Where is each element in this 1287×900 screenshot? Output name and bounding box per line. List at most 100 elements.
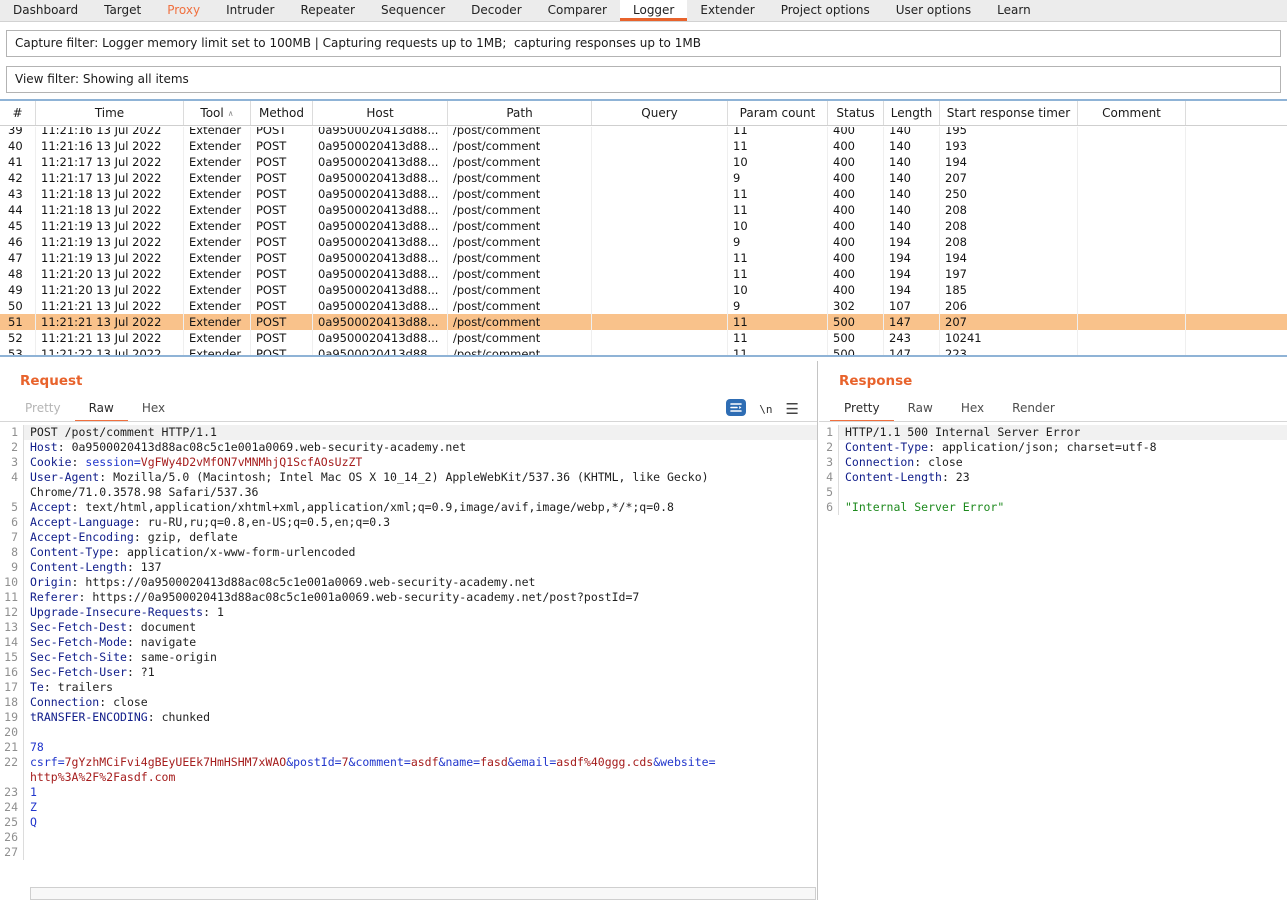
editor-line: 8Content-Type: application/x-www-form-ur… [0, 545, 817, 560]
log-cell: Extender [184, 266, 251, 282]
response-editor[interactable]: 1HTTP/1.1 500 Internal Server Error2Cont… [819, 421, 1287, 900]
log-row-45[interactable]: 4511:21:19 13 Jul 2022ExtenderPOST0a9500… [0, 218, 1287, 234]
log-row-49[interactable]: 4911:21:20 13 Jul 2022ExtenderPOST0a9500… [0, 282, 1287, 298]
line-content: csrf=7gYzhMCiFvi4gBEyUEEk7HmHSHM7xWAO&po… [24, 755, 817, 770]
menu-tab-intruder[interactable]: Intruder [213, 0, 287, 21]
menu-tab-proxy[interactable]: Proxy [154, 0, 213, 21]
line-number: 12 [0, 605, 24, 620]
menu-tab-user-options[interactable]: User options [883, 0, 984, 21]
log-cell: 0a9500020413d88... [313, 282, 448, 298]
column-header-blank[interactable]: # [0, 101, 36, 125]
log-cell: 0a9500020413d88... [313, 170, 448, 186]
editor-menu-icon[interactable]: ☰ [786, 402, 799, 416]
log-cell: 500 [828, 314, 884, 330]
line-number: 1 [819, 425, 839, 440]
menu-tab-comparer[interactable]: Comparer [535, 0, 620, 21]
syntax-segment: : [134, 515, 148, 529]
response-tab-hex[interactable]: Hex [947, 397, 998, 422]
editor-line: 22csrf=7gYzhMCiFvi4gBEyUEEk7HmHSHM7xWAO&… [0, 755, 817, 770]
column-header-length[interactable]: Length [884, 101, 940, 125]
view-filter-bar[interactable]: View filter: Showing all items [6, 66, 1281, 93]
editor-line: 231 [0, 785, 817, 800]
response-tab-raw[interactable]: Raw [894, 397, 947, 422]
response-panel: Response PrettyRawHexRender 1HTTP/1.1 50… [819, 361, 1287, 900]
syntax-segment: &email= [508, 755, 556, 769]
response-title: Response [839, 373, 912, 389]
log-row-50[interactable]: 5011:21:21 13 Jul 2022ExtenderPOST0a9500… [0, 298, 1287, 314]
request-editor-hscrollbar[interactable] [30, 887, 816, 900]
column-header-time[interactable]: Time [36, 101, 184, 125]
log-row-44[interactable]: 4411:21:18 13 Jul 2022ExtenderPOST0a9500… [0, 202, 1287, 218]
column-header-method[interactable]: Method [251, 101, 313, 125]
menu-tab-sequencer[interactable]: Sequencer [368, 0, 458, 21]
log-cell [1186, 202, 1287, 218]
log-cell: 194 [884, 282, 940, 298]
syntax-segment: navigate [141, 635, 196, 649]
syntax-segment: Referer [30, 590, 78, 604]
syntax-segment: User-Agent [30, 470, 99, 484]
request-tab-hex[interactable]: Hex [128, 397, 179, 422]
request-editor[interactable]: 1POST /post/comment HTTP/1.12Host: 0a950… [0, 421, 817, 900]
log-cell: 400 [828, 186, 884, 202]
syntax-segment: : [113, 545, 127, 559]
column-header-start-response-timer[interactable]: Start response timer [940, 101, 1078, 125]
log-cell: /post/comment [448, 282, 592, 298]
column-header-param-count[interactable]: Param count [728, 101, 828, 125]
show-newlines-icon[interactable]: \n [759, 403, 772, 416]
log-cell: 107 [884, 298, 940, 314]
column-header-path[interactable]: Path [448, 101, 592, 125]
log-row-53[interactable]: 5311:21:22 13 Jul 2022ExtenderPOST0a9500… [0, 346, 1287, 355]
log-cell: 500 [828, 346, 884, 355]
menu-tab-learn[interactable]: Learn [984, 0, 1044, 21]
response-tab-pretty[interactable]: Pretty [830, 397, 894, 422]
line-number: 2 [0, 440, 24, 455]
log-cell: 11 [728, 346, 828, 355]
log-row-40[interactable]: 4011:21:16 13 Jul 2022ExtenderPOST0a9500… [0, 138, 1287, 154]
menu-tab-decoder[interactable]: Decoder [458, 0, 535, 21]
column-header-comment[interactable]: Comment [1078, 101, 1186, 125]
log-cell: POST [251, 250, 313, 266]
log-row-42[interactable]: 4211:21:17 13 Jul 2022ExtenderPOST0a9500… [0, 170, 1287, 186]
line-number: 7 [0, 530, 24, 545]
column-header-status[interactable]: Status [828, 101, 884, 125]
column-header-tool[interactable]: Tool∧ [184, 101, 251, 125]
log-cell: 46 [0, 234, 36, 250]
request-tab-pretty[interactable]: Pretty [11, 397, 75, 422]
log-cell [592, 138, 728, 154]
column-header-query[interactable]: Query [592, 101, 728, 125]
log-cell [1078, 218, 1186, 234]
log-row-52[interactable]: 5211:21:21 13 Jul 2022ExtenderPOST0a9500… [0, 330, 1287, 346]
log-row-48[interactable]: 4811:21:20 13 Jul 2022ExtenderPOST0a9500… [0, 266, 1287, 282]
menu-tab-logger[interactable]: Logger [620, 0, 687, 21]
syntax-segment: Connection [845, 455, 914, 469]
capture-filter-bar[interactable]: Capture filter: Logger memory limit set … [6, 30, 1281, 57]
line-content [24, 725, 817, 740]
menu-tab-dashboard[interactable]: Dashboard [0, 0, 91, 21]
menu-tab-project-options[interactable]: Project options [768, 0, 883, 21]
editor-line: 27 [0, 845, 817, 860]
response-tab-render[interactable]: Render [998, 397, 1069, 422]
menu-tab-target[interactable]: Target [91, 0, 154, 21]
request-tab-raw[interactable]: Raw [75, 397, 128, 422]
log-cell: 223 [940, 346, 1078, 355]
menu-tab-extender[interactable]: Extender [687, 0, 767, 21]
line-content: Content-Length: 23 [839, 470, 1287, 485]
log-row-46[interactable]: 4611:21:19 13 Jul 2022ExtenderPOST0a9500… [0, 234, 1287, 250]
log-row-39[interactable]: 3911:21:16 13 Jul 2022ExtenderPOST0a9500… [0, 127, 1287, 138]
log-row-47[interactable]: 4711:21:19 13 Jul 2022ExtenderPOST0a9500… [0, 250, 1287, 266]
column-header-host[interactable]: Host [313, 101, 448, 125]
line-number: 16 [0, 665, 24, 680]
log-cell: 206 [940, 298, 1078, 314]
log-cell [1186, 282, 1287, 298]
column-header-blank[interactable] [1186, 101, 1287, 125]
line-content [24, 845, 817, 860]
editor-line: 3Cookie: session=VgFWy4D2vMfON7vMNMhjQ1S… [0, 455, 817, 470]
menu-tab-repeater[interactable]: Repeater [287, 0, 368, 21]
log-cell: 147 [884, 314, 940, 330]
log-row-41[interactable]: 4111:21:17 13 Jul 2022ExtenderPOST0a9500… [0, 154, 1287, 170]
syntax-segment: Connection [30, 695, 99, 709]
log-row-51[interactable]: 5111:21:21 13 Jul 2022ExtenderPOST0a9500… [0, 314, 1287, 330]
log-row-43[interactable]: 4311:21:18 13 Jul 2022ExtenderPOST0a9500… [0, 186, 1287, 202]
syntax-segment: Z [30, 800, 37, 814]
pretty-print-icon[interactable] [726, 399, 746, 419]
